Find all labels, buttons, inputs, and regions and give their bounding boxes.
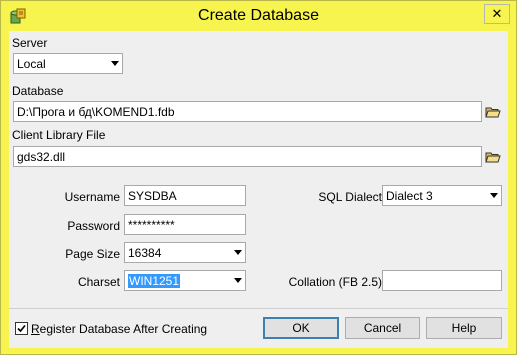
ok-button[interactable]: OK [263, 317, 339, 339]
close-button[interactable]: ✕ [484, 4, 510, 24]
database-path-input[interactable]: D:\Прога и бд\KOMEND1.fdb [13, 101, 482, 122]
register-checkbox[interactable] [15, 322, 28, 335]
username-value: SYSDBA [128, 189, 177, 203]
sql-dialect-label: SQL Dialect [318, 190, 382, 204]
client-library-browse-button[interactable] [483, 148, 502, 165]
database-browse-button[interactable] [483, 103, 502, 120]
chevron-down-icon [234, 278, 242, 283]
title-bar[interactable]: Create Database ✕ [1, 1, 516, 31]
password-label: Password [67, 219, 120, 233]
create-database-window: Create Database ✕ Server Local Database … [0, 0, 517, 355]
client-library-label: Client Library File [12, 128, 106, 142]
server-label: Server [12, 36, 48, 50]
server-select[interactable]: Local [13, 53, 123, 74]
client-library-value: gds32.dll [17, 150, 66, 164]
password-value: ********** [128, 218, 175, 232]
sql-dialect-select[interactable]: Dialect 3 [382, 185, 502, 206]
charset-select[interactable]: WIN1251 [124, 270, 246, 291]
dialog-body: Server Local Database D:\Прога и бд\KOME… [9, 31, 508, 348]
client-library-input[interactable]: gds32.dll [13, 146, 482, 167]
password-input[interactable]: ********** [124, 214, 246, 235]
close-icon: ✕ [491, 6, 503, 21]
open-folder-icon [484, 152, 501, 162]
checkmark-icon [17, 324, 26, 333]
database-path-value: D:\Прога и бд\KOMEND1.fdb [17, 105, 175, 119]
username-input[interactable]: SYSDBA [124, 185, 246, 206]
window-title: Create Database [198, 7, 319, 24]
sql-dialect-value: Dialect 3 [386, 189, 433, 203]
separator [9, 308, 508, 309]
username-label: Username [64, 190, 120, 204]
collation-input[interactable] [382, 270, 502, 291]
charset-value: WIN1251 [128, 274, 181, 288]
help-button[interactable]: Help [426, 317, 502, 339]
register-label-accelerator: R [31, 322, 40, 336]
register-checkbox-label[interactable]: Register Database After Creating [31, 322, 207, 336]
page-size-label: Page Size [65, 247, 120, 261]
cancel-button[interactable]: Cancel [345, 317, 420, 339]
page-size-value: 16384 [128, 246, 162, 260]
database-label: Database [12, 84, 64, 98]
server-select-value: Local [17, 57, 46, 71]
page-size-select[interactable]: 16384 [124, 242, 246, 263]
collation-label: Collation (FB 2.5) [288, 275, 382, 289]
register-label-text: egister Database After Creating [39, 322, 208, 336]
chevron-down-icon [111, 61, 119, 66]
chevron-down-icon [234, 250, 242, 255]
open-folder-icon [484, 107, 501, 117]
charset-label: Charset [77, 275, 120, 289]
chevron-down-icon [490, 193, 498, 198]
